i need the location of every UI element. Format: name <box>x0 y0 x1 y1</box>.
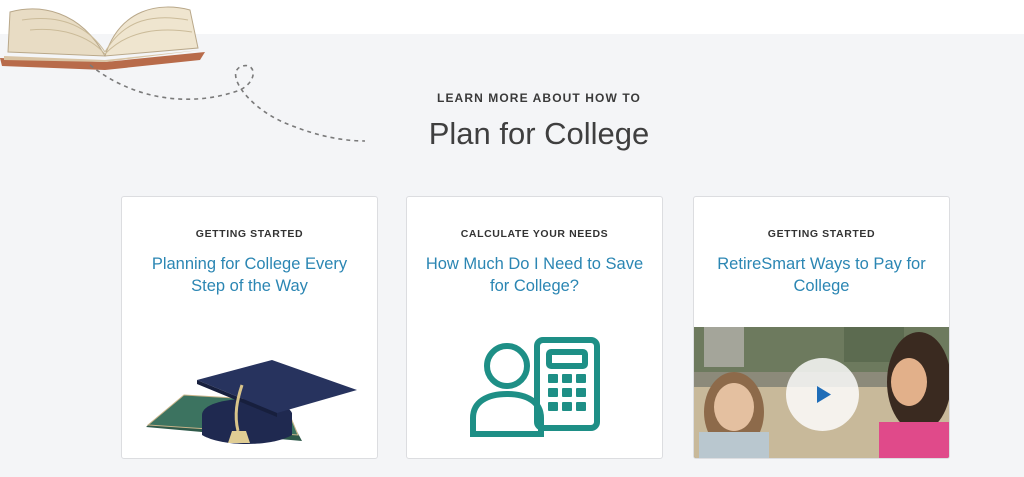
card-link[interactable]: RetireSmart Ways to Pay for College <box>710 253 933 297</box>
card-calculate[interactable]: CALCULATE YOUR NEEDS How Much Do I Need … <box>406 196 663 459</box>
person-calculator-icon <box>470 337 600 437</box>
page-title: Plan for College <box>428 116 650 151</box>
card-kicker: GETTING STARTED <box>195 228 304 240</box>
section-eyebrow: LEARN MORE ABOUT HOW TO <box>437 91 641 105</box>
card-link[interactable]: How Much Do I Need to Save for College? <box>423 253 646 297</box>
card-planning[interactable]: GETTING STARTED Planning for College Eve… <box>121 196 378 459</box>
card-kicker: GETTING STARTED <box>767 228 876 240</box>
play-button[interactable] <box>786 358 859 431</box>
card-link[interactable]: Planning for College Every Step of the W… <box>138 253 361 297</box>
card-retiresmart[interactable]: GETTING STARTED RetireSmart Ways to Pay … <box>693 196 950 459</box>
card-kicker: CALCULATE YOUR NEEDS <box>460 228 609 240</box>
play-icon <box>817 386 831 403</box>
graduation-cap-icon <box>146 360 357 444</box>
